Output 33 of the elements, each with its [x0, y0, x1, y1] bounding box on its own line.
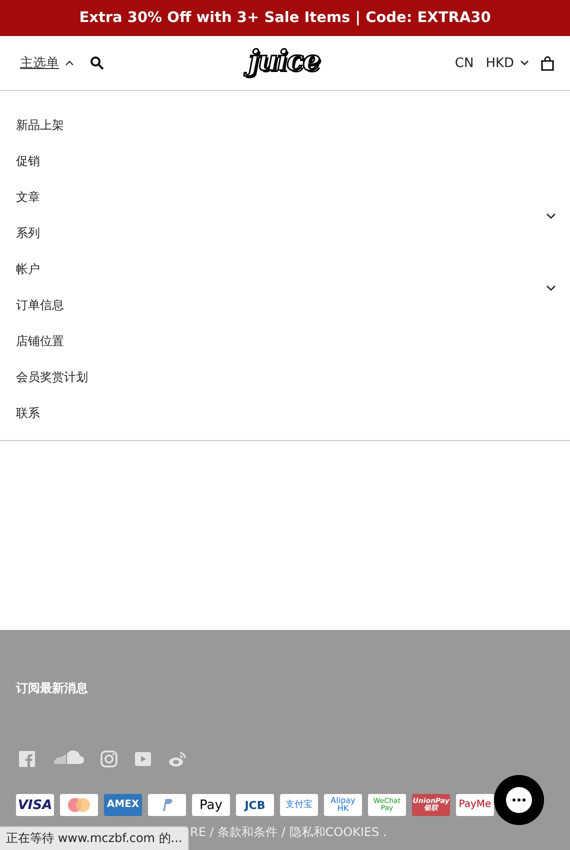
- payment-logo: Alipay HK: [324, 794, 362, 816]
- menu-item[interactable]: 店铺位置: [16, 332, 64, 350]
- logo[interactable]: juice: [242, 41, 328, 83]
- newsletter-heading: 订阅最新消息: [16, 680, 89, 697]
- payment-logo: JCB: [236, 794, 274, 816]
- currency-selector[interactable]: HKD: [486, 56, 514, 70]
- menu-item[interactable]: 会员奖赏计划: [16, 368, 88, 386]
- shopping-bag-icon[interactable]: [541, 56, 554, 70]
- menu-item[interactable]: 系列: [16, 224, 40, 242]
- caret-up-icon: [65, 60, 74, 66]
- payment-logo: 支付宝: [280, 794, 318, 816]
- chevron-down-icon[interactable]: [546, 285, 556, 292]
- caret-down-icon: [520, 60, 529, 66]
- announcement-text: Extra 30% Off with 3+ Sale Items | Code: EXTRA30: [79, 10, 491, 26]
- payment-logo: Pay: [192, 794, 230, 816]
- main-menu-toggle[interactable]: 主选单: [20, 54, 74, 72]
- browser-status-text: 正在等待 www.mczbf.com 的...: [0, 826, 190, 850]
- payment-logo: VISA: [16, 794, 54, 816]
- letter-p-icon: [148, 794, 186, 816]
- menu-item[interactable]: 帐户: [16, 260, 40, 278]
- menu-item[interactable]: 文章: [16, 188, 40, 206]
- chat-button-icon[interactable]: [494, 775, 544, 825]
- menu-item[interactable]: 联系: [16, 404, 40, 422]
- menu-item[interactable]: 新品上架: [16, 116, 64, 134]
- payment-logo: AMEX: [104, 794, 142, 816]
- chevron-down-icon[interactable]: [546, 213, 556, 220]
- search-icon[interactable]: [90, 56, 104, 70]
- payment-logo: PayMe: [456, 794, 494, 816]
- menu-item[interactable]: 订单信息: [16, 296, 64, 314]
- card-circles-icon: [60, 794, 98, 816]
- menu-item[interactable]: 促销: [16, 152, 40, 170]
- footer-links: RE / 条款和条件 / 隐私和COOKIES .: [190, 825, 387, 840]
- language-selector[interactable]: CN: [454, 56, 474, 70]
